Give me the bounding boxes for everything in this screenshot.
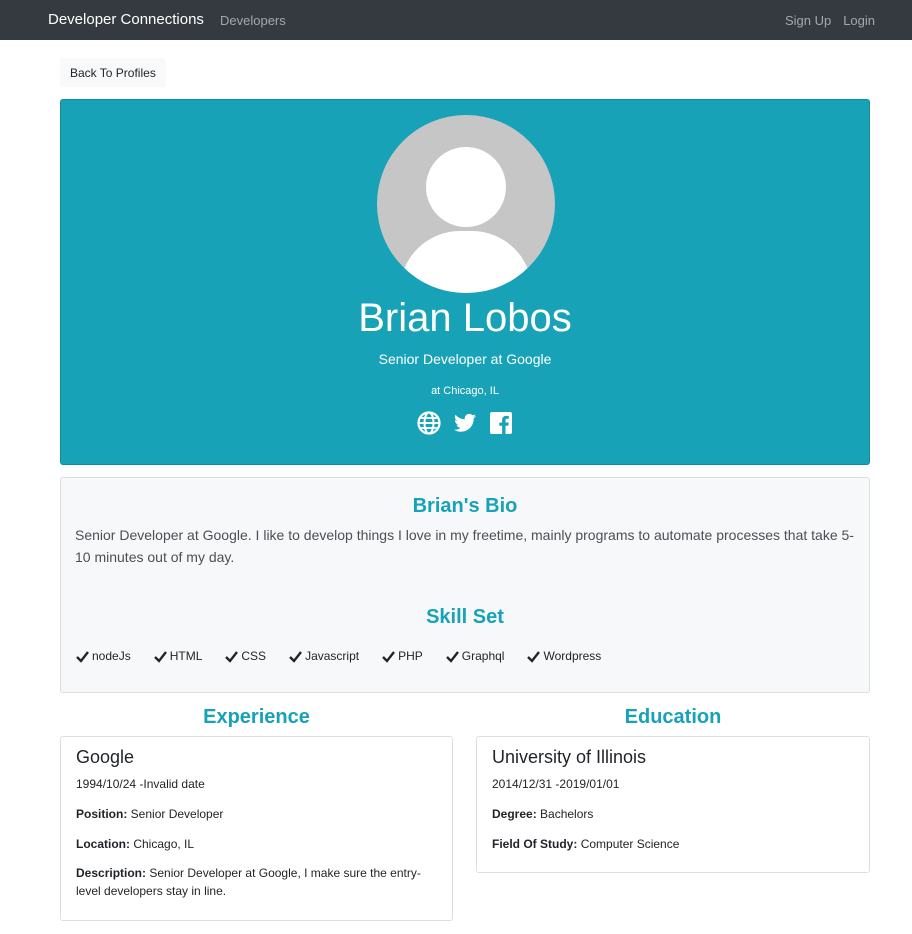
globe-icon[interactable] — [417, 411, 441, 435]
nav-login-link[interactable]: Login — [843, 13, 875, 28]
experience-description: Description: Senior Developer at Google,… — [76, 864, 436, 900]
skill-item: CSS — [225, 649, 266, 663]
skill-label: PHP — [398, 649, 423, 663]
education-dates: 2014/12/31 -2019/01/01 — [492, 777, 620, 791]
check-icon — [76, 650, 89, 663]
check-icon — [153, 650, 167, 663]
skill-item: HTML — [153, 649, 203, 663]
nav-right: Sign Up Login — [785, 13, 875, 28]
bio-card: Brian's Bio Senior Developer at Google. … — [60, 477, 870, 693]
experience-company: Google — [76, 747, 135, 767]
check-icon — [289, 650, 303, 663]
twitter-icon[interactable] — [453, 411, 477, 435]
check-icon — [382, 650, 396, 663]
skill-label: CSS — [241, 649, 267, 663]
experience-dates: 1994/10/24 -Invalid date — [76, 777, 205, 791]
skills-list: nodeJs HTML CSS Javascript PHP Graphql W… — [76, 649, 624, 663]
check-icon — [527, 650, 541, 663]
education-card: University of Illinois 2014/12/31 -2019/… — [476, 736, 870, 873]
experience-title: Experience — [203, 706, 310, 728]
experience-location: Location: Chicago, IL — [76, 837, 194, 851]
education-title: Education — [624, 706, 722, 728]
skill-item: Graphql — [445, 649, 505, 663]
education-field: Field Of Study: Computer Science — [492, 837, 679, 851]
facebook-icon[interactable] — [489, 411, 513, 435]
skill-item: Javascript — [289, 649, 359, 663]
education-school: University of Illinois — [492, 747, 647, 767]
description-label: Description: — [76, 866, 147, 880]
bio-text: Senior Developer at Google. I like to de… — [75, 527, 854, 565]
skill-label: Wordpress — [543, 649, 602, 663]
location-value: Chicago, IL — [133, 837, 195, 851]
skill-set-title: Skill Set — [426, 606, 504, 628]
skill-item: Wordpress — [527, 649, 601, 663]
check-icon — [225, 650, 239, 663]
nav-developers-link[interactable]: Developers — [220, 13, 286, 28]
skill-label: HTML — [169, 649, 203, 663]
skill-label: nodeJs — [92, 649, 131, 663]
nav-signup-link[interactable]: Sign Up — [785, 13, 831, 28]
field-label: Field Of Study: — [492, 837, 578, 851]
skill-item: nodeJs — [76, 649, 131, 663]
degree-value: Bachelors — [540, 807, 594, 821]
avatar-body-shape — [400, 231, 532, 293]
experience-card: Google 1994/10/24 -Invalid date Position… — [60, 736, 453, 921]
brand-link[interactable]: Developer Connections — [48, 11, 204, 28]
profile-header-card: Brian Lobos Senior Developer at Google a… — [60, 99, 870, 465]
avatar-head-shape — [426, 147, 506, 227]
experience-position: Position: Senior Developer — [76, 807, 223, 821]
degree-label: Degree: — [492, 807, 537, 821]
field-value: Computer Science — [580, 837, 680, 851]
location-label: Location: — [76, 837, 130, 851]
profile-tagline: Senior Developer at Google — [378, 351, 552, 367]
profile-name: Brian Lobos — [358, 296, 572, 340]
position-label: Position: — [76, 807, 128, 821]
position-value: Senior Developer — [130, 807, 224, 821]
navbar: Developer Connections Developers Sign Up… — [0, 0, 912, 40]
check-icon — [445, 650, 459, 663]
education-degree: Degree: Bachelors — [492, 807, 593, 821]
skill-label: Graphql — [461, 649, 505, 663]
skill-label: Javascript — [305, 649, 360, 663]
bio-title: Brian's Bio — [412, 495, 518, 517]
skill-item: PHP — [382, 649, 423, 663]
back-to-profiles-button[interactable]: Back To Profiles — [60, 58, 166, 87]
avatar — [377, 115, 555, 293]
social-links — [61, 411, 869, 435]
profile-location: at Chicago, IL — [431, 385, 499, 397]
